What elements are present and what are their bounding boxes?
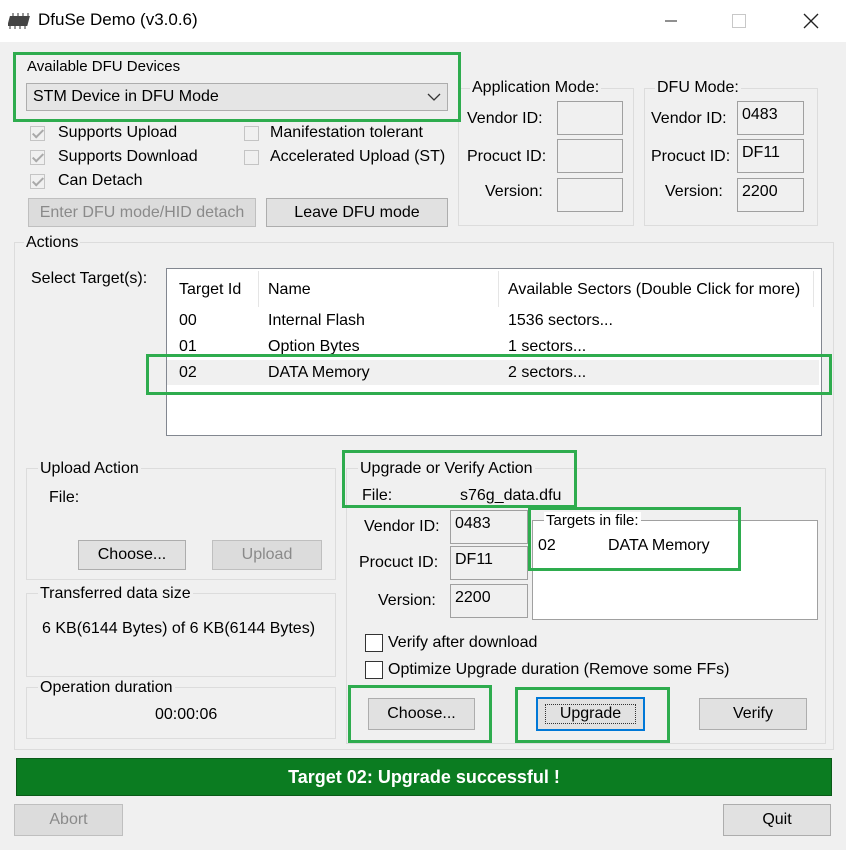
targets-list[interactable]: Target Id Name Available Sectors (Double…: [166, 268, 822, 436]
chip-icon: [8, 13, 30, 29]
upgrade-version-label: Version:: [378, 592, 436, 609]
highlight-target-row-box: [146, 354, 832, 395]
highlight-upgrade-file-box: [342, 450, 577, 508]
supports-download-label: Supports Download: [58, 148, 198, 165]
upload-file-label: File:: [49, 489, 80, 506]
row-sectors: 1536 sectors...: [508, 312, 613, 329]
dfu-vendor-id-field: 0483: [737, 101, 804, 135]
upload-button[interactable]: Upload: [212, 540, 322, 570]
upgrade-product-id-label: Procuct ID:: [359, 554, 439, 571]
app-vendor-id-field: [557, 101, 623, 135]
status-bar: Target 02: Upgrade successful !: [16, 758, 832, 796]
application-mode-label: Application Mode:: [470, 79, 602, 97]
dfu-version-label: Version:: [665, 183, 723, 200]
dfuse-window: DfuSe Demo (v3.0.6) Available DFU Device…: [0, 0, 846, 850]
column-available-sectors[interactable]: Available Sectors (Double Click for more…: [508, 281, 800, 299]
column-divider: [258, 271, 259, 307]
minimize-button[interactable]: [648, 0, 694, 42]
optimize-upgrade-label: Optimize Upgrade duration (Remove some F…: [388, 661, 730, 678]
column-target-id[interactable]: Target Id: [179, 281, 241, 299]
close-icon: [803, 13, 819, 29]
dfu-version-field: 2200: [737, 178, 804, 212]
app-product-id-label: Procuct ID:: [467, 148, 547, 165]
abort-button[interactable]: Abort: [14, 804, 123, 836]
optimize-upgrade-checkbox[interactable]: [365, 661, 383, 679]
actions-label: Actions: [24, 234, 81, 252]
supports-upload-checkbox[interactable]: [30, 126, 45, 141]
accelerated-upload-label: Accelerated Upload (ST): [270, 148, 446, 165]
supports-download-checkbox[interactable]: [30, 150, 45, 165]
dfu-product-id-label: Procuct ID:: [651, 148, 731, 165]
app-vendor-id-label: Vendor ID:: [467, 110, 543, 127]
highlight-upgrade-box: [515, 687, 670, 743]
upload-action-label: Upload Action: [38, 460, 141, 478]
quit-button[interactable]: Quit: [723, 804, 831, 836]
supports-upload-label: Supports Upload: [58, 124, 178, 141]
highlight-targets-in-file-box: [528, 507, 741, 571]
app-version-label: Version:: [485, 183, 543, 200]
table-row[interactable]: 00 Internal Flash 1536 sectors...: [167, 309, 819, 333]
manifestation-tolerant-label: Manifestation tolerant: [270, 124, 423, 141]
verify-after-download-checkbox[interactable]: [365, 634, 383, 652]
transferred-size-value: 6 KB(6144 Bytes) of 6 KB(6144 Bytes): [42, 620, 316, 637]
upgrade-version-field: 2200: [450, 584, 528, 618]
column-divider: [498, 271, 499, 307]
leave-dfu-mode-button[interactable]: Leave DFU mode: [266, 198, 448, 227]
accelerated-upload-checkbox[interactable]: [244, 150, 259, 165]
highlight-choose-box: [348, 685, 492, 743]
minimize-icon: [665, 20, 677, 22]
column-name[interactable]: Name: [268, 281, 311, 299]
column-divider: [813, 271, 814, 307]
app-product-id-field: [557, 139, 623, 173]
manifestation-tolerant-checkbox[interactable]: [244, 126, 259, 141]
verify-button[interactable]: Verify: [699, 698, 807, 730]
highlight-device-box: [13, 52, 461, 122]
can-detach-label: Can Detach: [58, 172, 143, 189]
app-version-field: [557, 178, 623, 212]
upgrade-vendor-id-label: Vendor ID:: [364, 518, 440, 535]
dfu-vendor-id-label: Vendor ID:: [651, 110, 727, 127]
transferred-size-label: Transferred data size: [38, 585, 193, 603]
window-title: DfuSe Demo (v3.0.6): [38, 10, 198, 29]
maximize-button[interactable]: [716, 0, 762, 42]
upload-choose-button[interactable]: Choose...: [78, 540, 186, 570]
row-target-id: 00: [179, 312, 197, 329]
upgrade-product-id-field: DF11: [450, 546, 528, 580]
title-bar: DfuSe Demo (v3.0.6): [0, 0, 846, 42]
operation-duration-label: Operation duration: [38, 679, 175, 697]
upgrade-vendor-id-field: 0483: [450, 510, 528, 544]
can-detach-checkbox[interactable]: [30, 174, 45, 189]
maximize-icon: [732, 14, 746, 28]
operation-duration-value: 00:00:06: [155, 706, 218, 723]
dfu-mode-label: DFU Mode:: [655, 79, 741, 97]
close-button[interactable]: [788, 0, 834, 42]
select-targets-label: Select Target(s):: [31, 270, 148, 287]
verify-after-download-label: Verify after download: [388, 634, 538, 651]
dfu-product-id-field: DF11: [737, 139, 804, 173]
enter-dfu-mode-button[interactable]: Enter DFU mode/HID detach: [28, 198, 256, 227]
row-name: Internal Flash: [268, 312, 365, 329]
